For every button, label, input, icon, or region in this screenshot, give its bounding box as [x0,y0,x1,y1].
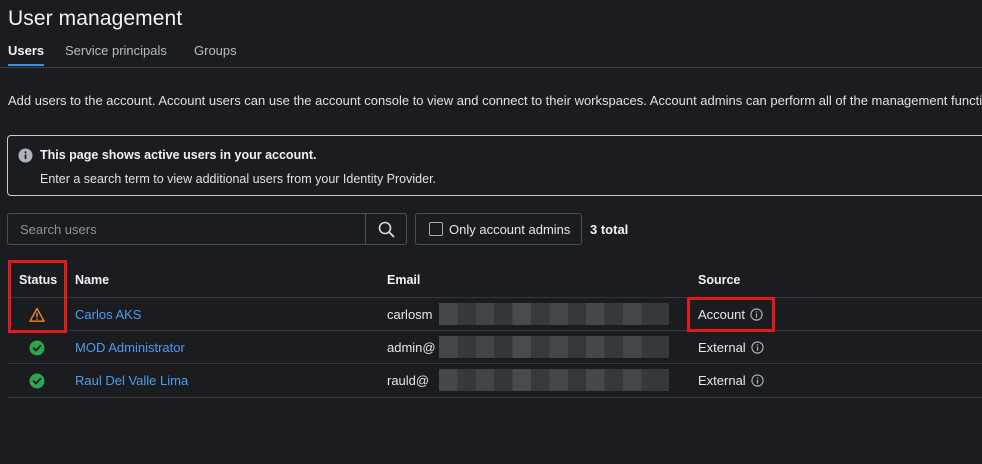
page-title: User management [8,7,183,30]
column-header-source[interactable]: Source [698,273,740,287]
tab-service-principals[interactable]: Service principals [65,43,167,66]
tab-bar: Users Service principals Groups [0,40,982,68]
info-icon[interactable] [751,341,764,354]
redacted-email [439,303,669,325]
banner-title: This page shows active users in your acc… [40,148,317,162]
column-header-name[interactable]: Name [75,273,109,287]
table-row[interactable]: Raul Del Valle Lima rauld@ External [7,363,982,398]
redacted-email [439,369,669,391]
account-source-highlight [687,297,775,332]
info-banner: This page shows active users in your acc… [7,135,982,196]
user-email: rauld@ [387,373,430,388]
column-header-email[interactable]: Email [387,273,420,287]
table-row[interactable]: MOD Administrator admin@ External [7,330,982,364]
search-input[interactable] [8,214,365,244]
user-email: carlosm [387,307,433,322]
only-account-admins-checkbox[interactable] [429,222,443,236]
search-box [7,213,407,245]
source-label: External [698,340,746,355]
user-source: External [698,340,764,355]
only-account-admins-label: Only account admins [449,222,571,237]
user-source: External [698,373,764,388]
redacted-email [439,336,669,358]
check-circle-icon [29,373,45,389]
user-name-link[interactable]: Raul Del Valle Lima [75,373,188,388]
info-icon [18,148,33,163]
check-circle-icon [29,340,45,356]
user-name-link[interactable]: Carlos AKS [75,307,141,322]
tab-users[interactable]: Users [8,43,45,66]
total-count: 3 total [590,222,629,237]
search-icon [378,221,395,238]
banner-body: Enter a search term to view additional u… [40,172,437,186]
tab-groups[interactable]: Groups [194,43,237,66]
table-row[interactable]: Carlos AKS carlosm Account [7,297,982,331]
user-name-link[interactable]: MOD Administrator [75,340,185,355]
search-button[interactable] [365,214,406,244]
page-description: Add users to the account. Account users … [8,93,982,108]
user-management-page: User management Users Service principals… [0,0,982,464]
user-email: admin@ [387,340,436,355]
only-account-admins-filter[interactable]: Only account admins [415,213,582,245]
source-label: External [698,373,746,388]
status-column-highlight [8,260,67,333]
info-icon[interactable] [751,374,764,387]
